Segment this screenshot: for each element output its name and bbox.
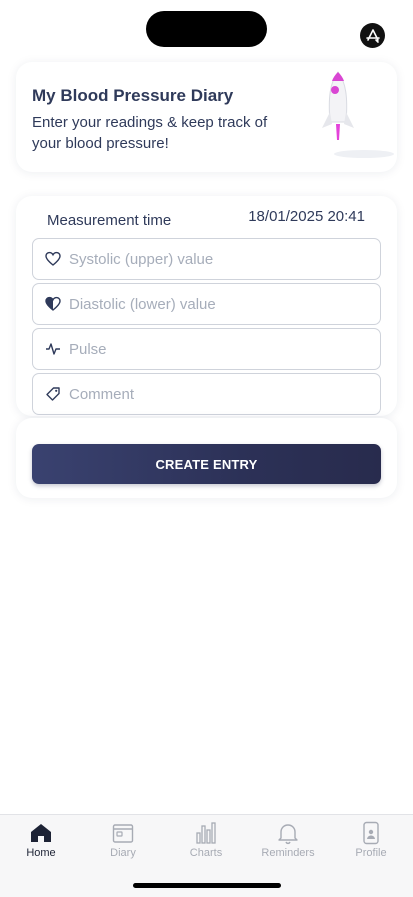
tab-profile[interactable]: Profile [330,815,412,875]
rocket-icon [322,71,394,158]
app-store-icon [365,28,380,43]
tab-reminders[interactable]: Reminders [247,815,329,875]
measurement-time-label: Measurement time [47,212,172,229]
camera-notch [146,11,267,47]
app-store-button[interactable] [360,23,385,48]
pulse-icon [46,343,60,355]
pulse-field[interactable] [32,328,381,370]
systolic-field[interactable] [32,238,381,280]
phone-person-icon [363,821,379,845]
intro-card: My Blood Pressure Diary Enter your readi… [16,62,397,172]
comment-input[interactable] [67,374,371,414]
entry-form: Measurement time 18/01/2025 20:41 [16,196,397,416]
tab-profile-label: Profile [355,847,387,859]
bell-icon [278,824,298,845]
diastolic-field[interactable] [32,283,381,325]
page-title: My Blood Pressure Diary [32,86,234,105]
tab-diary-label: Diary [110,847,136,859]
systolic-input[interactable] [67,239,371,279]
house-icon [31,824,51,842]
tag-icon [46,387,60,401]
calendar-icon [112,824,134,843]
tab-charts-label: Charts [189,847,223,859]
tab-charts[interactable]: Charts [165,815,247,875]
half-heart-icon [45,296,61,311]
create-entry-button[interactable]: CREATE ENTRY [32,444,381,484]
diastolic-input[interactable] [67,284,371,324]
tab-home-label: Home [26,847,56,859]
measurement-time-value[interactable]: 18/01/2025 20:41 [248,208,365,225]
tab-diary[interactable]: Diary [82,815,164,875]
tab-home[interactable]: Home [0,815,82,875]
home-indicator [133,883,281,888]
intro-subtitle: Enter your readings & keep track of your… [32,114,268,152]
pulse-input[interactable] [67,329,371,369]
tab-reminders-label: Reminders [261,847,315,859]
comment-field[interactable] [32,373,381,415]
bar-chart-icon [196,822,216,844]
heart-outline-icon [45,251,61,266]
